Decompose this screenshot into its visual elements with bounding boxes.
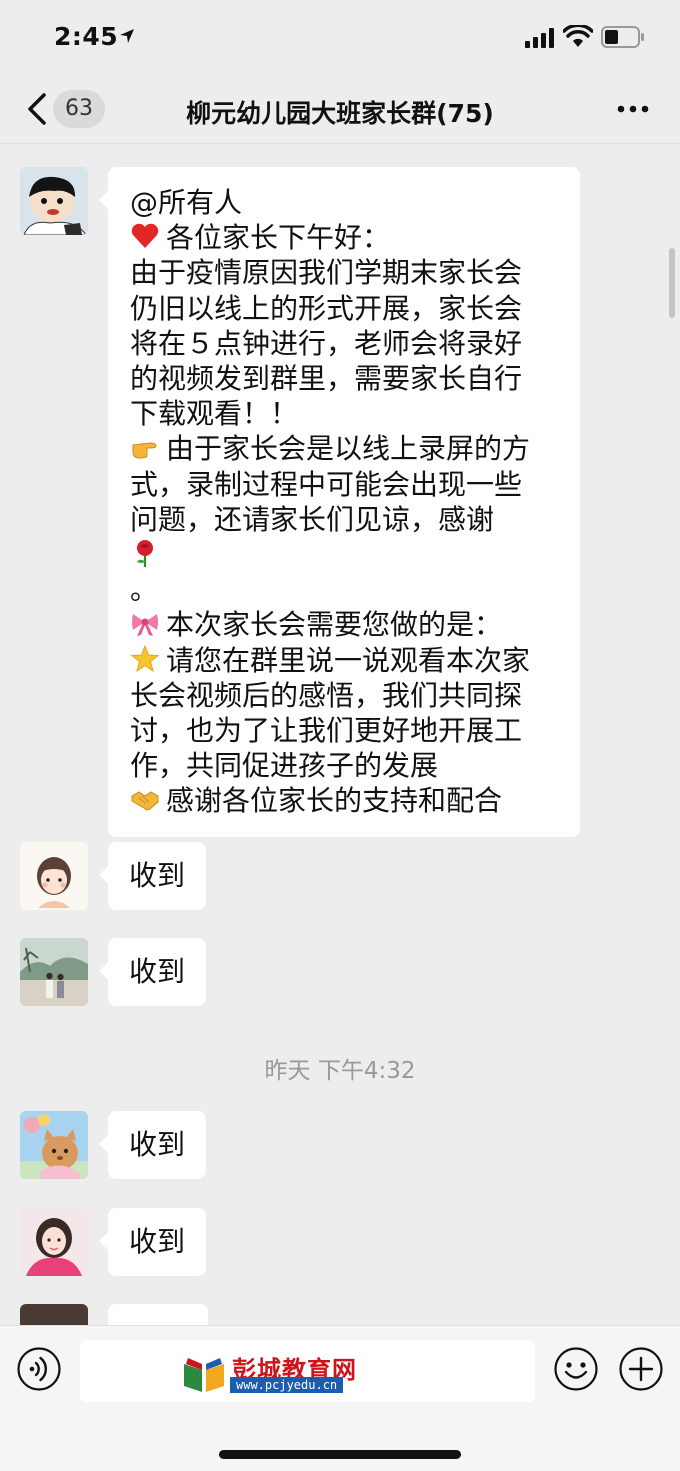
message-line: 请您在群里说一说观看本次家 bbox=[130, 643, 558, 678]
message-text: 由于疫情原因我们学期末家长会 bbox=[130, 256, 523, 290]
message-line: 问题，还请家长们见谅，感谢 bbox=[130, 502, 558, 537]
input-bar: 彭城教育网 www.pcjyedu.cn bbox=[0, 1325, 680, 1471]
message-text: 本次家长会需要您做的是： bbox=[166, 608, 503, 642]
message-text: 将在５点钟进行，老师会将录好 bbox=[130, 326, 523, 360]
message-line: 的视频发到群里，需要家长自行 bbox=[130, 361, 558, 396]
pointing-hand-icon bbox=[132, 442, 157, 459]
avatar[interactable] bbox=[20, 842, 88, 910]
message-bubble[interactable]: 收到 bbox=[98, 938, 207, 1006]
message-input[interactable]: 彭城教育网 www.pcjyedu.cn bbox=[80, 1340, 535, 1402]
message-line: 仍旧以线上的形式开展，家长会 bbox=[130, 291, 558, 326]
message-line bbox=[130, 537, 558, 572]
book-logo-icon bbox=[184, 1358, 224, 1392]
message-line: 将在５点钟进行，老师会将录好 bbox=[130, 326, 558, 361]
message-bubble[interactable] bbox=[108, 1304, 208, 1325]
message-text: 各位家长下午好： bbox=[166, 221, 391, 255]
battery-icon bbox=[601, 26, 644, 48]
message-text: 。 bbox=[130, 573, 159, 607]
message-line: 下载观看！！ bbox=[130, 396, 558, 431]
location-arrow-icon bbox=[120, 29, 134, 43]
message-bubble[interactable]: 收到 bbox=[98, 1208, 207, 1276]
scrollbar[interactable] bbox=[669, 248, 675, 318]
handshake-icon bbox=[131, 791, 159, 811]
message-text: 收到 bbox=[129, 859, 186, 892]
more-dots-icon[interactable] bbox=[617, 104, 649, 114]
star-icon bbox=[130, 644, 160, 672]
avatar[interactable] bbox=[20, 1208, 88, 1276]
message-line: 式，录制过程中可能会出现一些 bbox=[130, 467, 558, 502]
back-chevron-icon[interactable] bbox=[24, 92, 50, 126]
message-line: 感谢各位家长的支持和配合 bbox=[130, 783, 558, 818]
avatar-cartoon-boy bbox=[20, 167, 88, 235]
message-line: 长会视频后的感悟，我们共同探 bbox=[130, 678, 558, 713]
rose-icon bbox=[137, 540, 153, 568]
message-line: 。 bbox=[130, 572, 558, 607]
avatar-woman-photo bbox=[20, 1208, 88, 1276]
chat-title: 柳元幼儿园大班家长群(75) bbox=[186, 99, 494, 128]
home-indicator[interactable] bbox=[219, 1450, 461, 1459]
message-bubble[interactable]: 收到 bbox=[98, 1111, 207, 1179]
message-text: 式，录制过程中可能会出现一些 bbox=[130, 467, 523, 501]
plus-circle-icon[interactable] bbox=[618, 1346, 664, 1392]
timestamp: 昨天 下午4:32 bbox=[264, 1058, 416, 1084]
message-text: 收到 bbox=[129, 1225, 186, 1258]
avatar-cartoon-cat bbox=[20, 1111, 88, 1179]
avatar[interactable] bbox=[20, 1304, 88, 1325]
unread-count-badge[interactable]: 63 bbox=[53, 90, 105, 128]
message-text: 请您在群里说一说观看本次家 bbox=[166, 643, 531, 677]
message-line: 由于家长会是以线上录屏的方 bbox=[130, 431, 558, 466]
message-text: 下载观看！！ bbox=[130, 397, 299, 431]
message-text: 感谢各位家长的支持和配合 bbox=[166, 784, 503, 818]
message-text: 长会视频后的感悟，我们共同探 bbox=[130, 678, 523, 712]
message-line: 由于疫情原因我们学期末家长会 bbox=[130, 255, 558, 290]
voice-icon[interactable] bbox=[16, 1346, 62, 1392]
message-line: 讨，也为了让我们更好地开展工 bbox=[130, 713, 558, 748]
message-text: 作，共同促进孩子的发展 bbox=[130, 749, 439, 783]
avatar[interactable] bbox=[20, 1111, 88, 1179]
heart-icon bbox=[131, 223, 159, 249]
avatar[interactable] bbox=[20, 938, 88, 1006]
watermark-logo: 彭城教育网 www.pcjyedu.cn bbox=[180, 1350, 360, 1394]
message-line: @所有人 bbox=[130, 185, 558, 220]
message-bubble[interactable]: 收到 bbox=[98, 842, 207, 910]
message-text: 问题，还请家长们见谅，感谢 bbox=[130, 502, 495, 536]
message-text: 由于家长会是以线上录屏的方 bbox=[166, 432, 531, 466]
message-line: 作，共同促进孩子的发展 bbox=[130, 748, 558, 783]
ribbon-icon bbox=[132, 614, 158, 637]
avatar-girl-drawing bbox=[20, 842, 88, 910]
avatar[interactable] bbox=[20, 167, 88, 235]
status-time: 2:45 bbox=[54, 22, 119, 51]
emoji-face-icon[interactable] bbox=[553, 1346, 599, 1392]
message-bubble[interactable]: @所有人 各位家长下午好： 由于疫情原因我们学期末家长会 仍旧以线上的形式开展，… bbox=[99, 167, 580, 837]
signal-icon bbox=[525, 28, 554, 48]
status-bar: 2:45 bbox=[0, 0, 680, 76]
message-line: 各位家长下午好： bbox=[130, 220, 558, 255]
message-text: 的视频发到群里，需要家长自行 bbox=[130, 362, 523, 396]
wifi-icon bbox=[563, 25, 593, 47]
message-text: 收到 bbox=[129, 1128, 186, 1161]
message-text: 收到 bbox=[129, 955, 186, 988]
message-line: 本次家长会需要您做的是： bbox=[130, 607, 558, 642]
message-list[interactable]: @所有人 各位家长下午好： 由于疫情原因我们学期末家长会 仍旧以线上的形式开展，… bbox=[0, 145, 680, 1325]
watermark-url: www.pcjyedu.cn bbox=[230, 1377, 344, 1393]
message-text: 讨，也为了让我们更好地开展工 bbox=[130, 714, 523, 748]
message-text: @所有人 bbox=[130, 186, 243, 219]
message-text: 仍旧以线上的形式开展，家长会 bbox=[130, 291, 523, 325]
avatar-couple-photo bbox=[20, 938, 88, 1006]
chat-header: 63 柳元幼儿园大班家长群(75) bbox=[0, 76, 680, 144]
